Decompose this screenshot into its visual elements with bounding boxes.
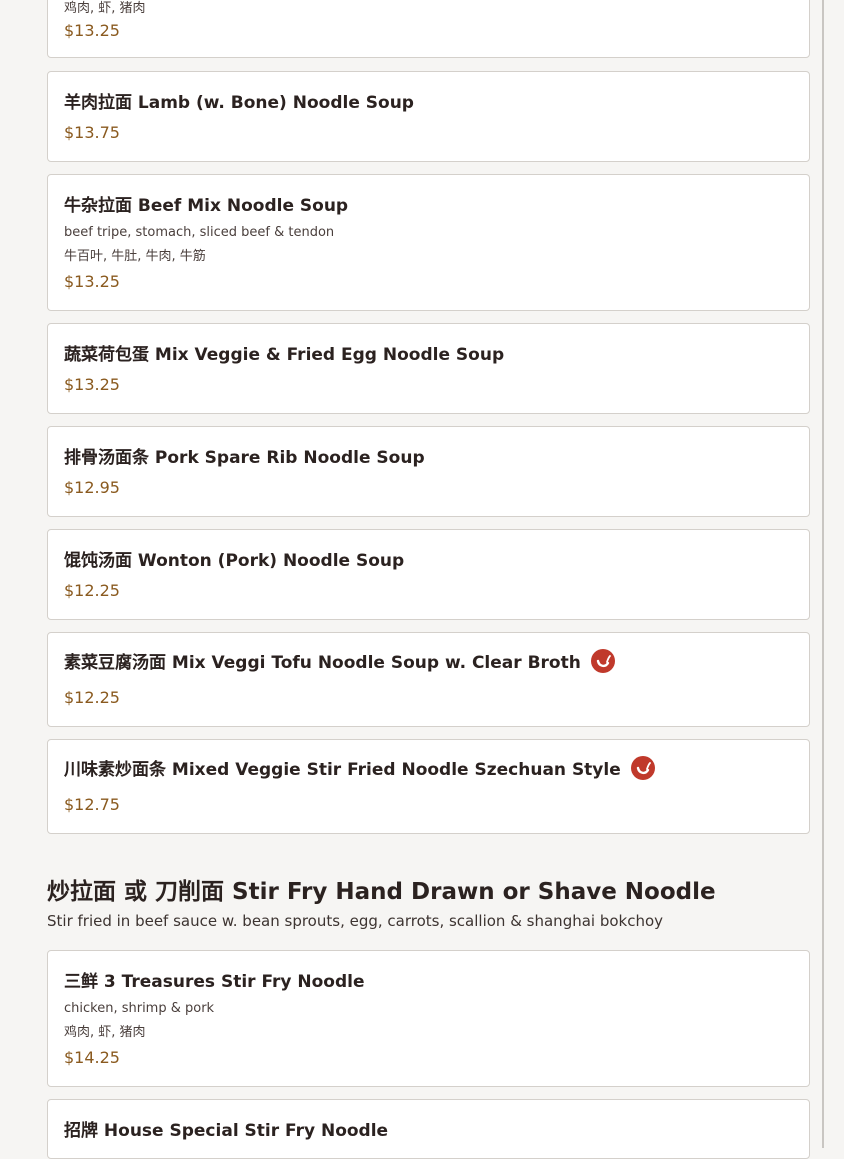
item-price: $13.25 xyxy=(64,272,120,291)
item-description: chicken, shrimp & pork xyxy=(64,1001,215,1016)
chili-pepper-icon xyxy=(590,648,615,673)
item-price: $13.25 xyxy=(64,375,120,394)
item-description-chinese: 鸡肉, 虾, 猪肉 xyxy=(64,1,146,16)
item-name: 蔬菜荷包蛋 Mix Veggie & Fried Egg Noodle Soup xyxy=(64,345,505,365)
item-name: 川味素炒面条 Mixed Veggie Stir Fried Noodle Sz… xyxy=(64,760,621,780)
menu-item-card[interactable]: 牛杂拉面 Beef Mix Noodle Soup beef tripe, st… xyxy=(47,174,810,311)
item-name-row: 素菜豆腐汤面 Mix Veggi Tofu Noodle Soup w. Cle… xyxy=(64,648,615,673)
menu-item-card[interactable]: 馄饨汤面 Wonton (Pork) Noodle Soup $12.25 xyxy=(47,529,810,620)
item-description-chinese: 牛百叶, 牛肚, 牛肉, 牛筋 xyxy=(64,249,206,264)
item-description-chinese: 鸡肉, 虾, 猪肉 xyxy=(64,1025,146,1040)
menu-page: 鸡肉, 虾, 猪肉 $13.25 羊肉拉面 Lamb (w. Bone) Noo… xyxy=(0,0,822,1159)
item-name-row: 川味素炒面条 Mixed Veggie Stir Fried Noodle Sz… xyxy=(64,755,655,780)
menu-item-card[interactable]: 蔬菜荷包蛋 Mix Veggie & Fried Egg Noodle Soup… xyxy=(47,323,810,414)
section-title: 炒拉面 或 刀削面 Stir Fry Hand Drawn or Shave N… xyxy=(47,879,716,905)
item-name: 素菜豆腐汤面 Mix Veggi Tofu Noodle Soup w. Cle… xyxy=(64,653,581,673)
item-description: beef tripe, stomach, sliced beef & tendo… xyxy=(64,225,335,240)
section-description: Stir fried in beef sauce w. bean sprouts… xyxy=(47,912,664,930)
item-price: $14.25 xyxy=(64,1048,120,1067)
scrollbar-divider xyxy=(822,0,824,1148)
menu-item-card[interactable]: 三鲜 3 Treasures Stir Fry Noodle chicken, … xyxy=(47,950,810,1087)
menu-item-card[interactable]: 鸡肉, 虾, 猪肉 $13.25 xyxy=(47,0,810,58)
item-price: $13.25 xyxy=(64,21,120,40)
item-name: 排骨汤面条 Pork Spare Rib Noodle Soup xyxy=(64,448,425,468)
item-name: 三鲜 3 Treasures Stir Fry Noodle xyxy=(64,972,365,992)
menu-item-card[interactable]: 羊肉拉面 Lamb (w. Bone) Noodle Soup $13.75 xyxy=(47,71,810,162)
item-price: $12.75 xyxy=(64,795,120,814)
item-name: 招牌 House Special Stir Fry Noodle xyxy=(64,1121,389,1141)
menu-item-card[interactable]: 川味素炒面条 Mixed Veggie Stir Fried Noodle Sz… xyxy=(47,739,810,834)
item-price: $13.75 xyxy=(64,123,120,142)
item-name: 牛杂拉面 Beef Mix Noodle Soup xyxy=(64,196,349,216)
menu-item-card[interactable]: 素菜豆腐汤面 Mix Veggi Tofu Noodle Soup w. Cle… xyxy=(47,632,810,727)
menu-item-card[interactable]: 招牌 House Special Stir Fry Noodle xyxy=(47,1099,810,1159)
item-name: 馄饨汤面 Wonton (Pork) Noodle Soup xyxy=(64,551,405,571)
chili-pepper-icon xyxy=(630,755,655,780)
item-price: $12.25 xyxy=(64,581,120,600)
item-price: $12.25 xyxy=(64,688,120,707)
item-price: $12.95 xyxy=(64,478,120,497)
menu-item-card[interactable]: 排骨汤面条 Pork Spare Rib Noodle Soup $12.95 xyxy=(47,426,810,517)
item-name: 羊肉拉面 Lamb (w. Bone) Noodle Soup xyxy=(64,93,414,113)
